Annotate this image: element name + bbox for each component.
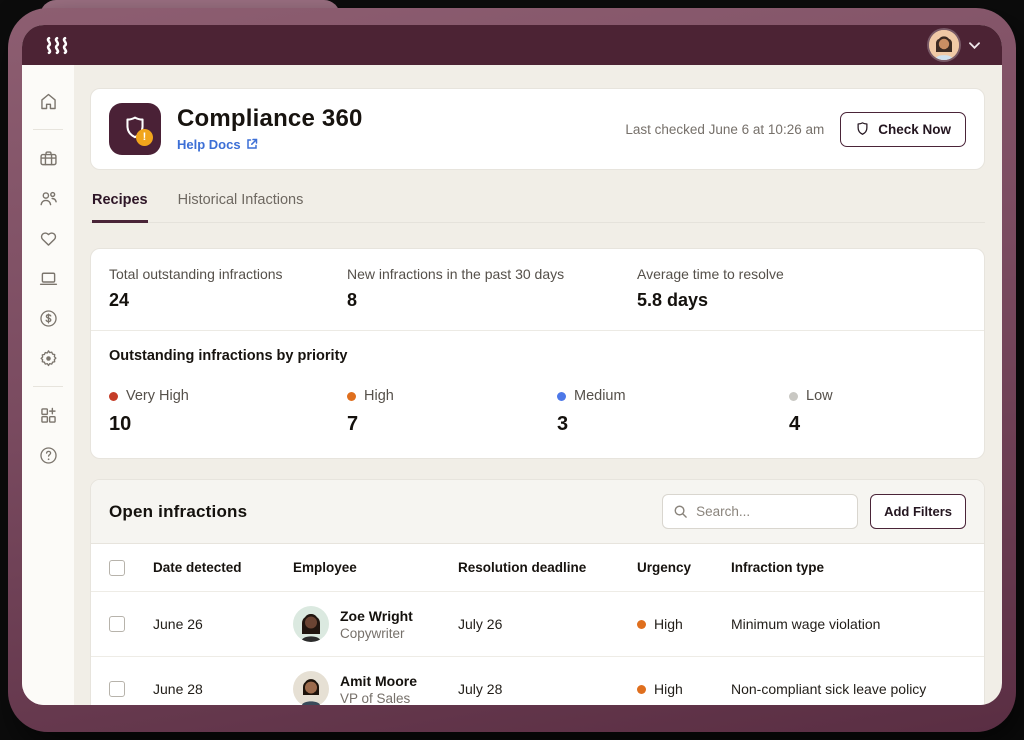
table-row[interactable]: June 26 bbox=[91, 591, 984, 656]
search-icon bbox=[673, 504, 688, 519]
table-row[interactable]: June 28 bbox=[91, 656, 984, 705]
urgency-dot bbox=[637, 685, 646, 694]
add-filters-button[interactable]: Add Filters bbox=[870, 494, 966, 529]
sidebar-item-dollar[interactable] bbox=[29, 298, 67, 338]
employee-name: Zoe Wright bbox=[340, 608, 413, 624]
home-icon bbox=[38, 91, 59, 112]
sidebar-item-settings[interactable] bbox=[29, 338, 67, 378]
briefcase-icon bbox=[38, 148, 59, 169]
priority-title: Outstanding infractions by priority bbox=[109, 348, 966, 364]
medium-dot bbox=[557, 392, 566, 401]
avatar bbox=[293, 606, 329, 642]
alert-badge: ! bbox=[136, 129, 153, 146]
sidebar-item-home[interactable] bbox=[29, 81, 67, 121]
rippling-logo-icon bbox=[44, 36, 72, 55]
shield-icon bbox=[855, 121, 870, 138]
priority-high: High 7 bbox=[347, 388, 557, 436]
page-title: Compliance 360 bbox=[177, 105, 609, 133]
avatar bbox=[293, 671, 329, 705]
priority-section: Outstanding infractions by priority Very… bbox=[91, 331, 984, 458]
sidebar-item-help[interactable] bbox=[29, 435, 67, 475]
app-window: ! Compliance 360 Help Docs Last checked … bbox=[22, 25, 1002, 705]
main-content: ! Compliance 360 Help Docs Last checked … bbox=[74, 65, 1002, 705]
priority-medium: Medium 3 bbox=[557, 388, 789, 436]
check-now-button[interactable]: Check Now bbox=[840, 112, 966, 147]
topbar bbox=[22, 25, 1002, 65]
sidebar-divider bbox=[33, 129, 63, 130]
last-checked-text: Last checked June 6 at 10:26 am bbox=[625, 122, 824, 137]
search-box[interactable] bbox=[662, 494, 858, 529]
help-icon bbox=[38, 445, 59, 466]
open-infractions-card: Open infractions Add Filters bbox=[90, 479, 985, 705]
open-infractions-title: Open infractions bbox=[109, 502, 247, 522]
sidebar-item-briefcase[interactable] bbox=[29, 138, 67, 178]
row-checkbox[interactable] bbox=[109, 681, 125, 697]
employee-role: Copywriter bbox=[340, 626, 413, 641]
very-high-dot bbox=[109, 392, 118, 401]
priority-low: Low 4 bbox=[789, 388, 966, 436]
table-header-row: Date detected Employee Resolution deadli… bbox=[91, 544, 984, 591]
device-frame: ! Compliance 360 Help Docs Last checked … bbox=[8, 8, 1016, 732]
low-dot bbox=[789, 392, 798, 401]
stats-card: Total outstanding infractions 24 New inf… bbox=[90, 248, 985, 459]
priority-very-high: Very High 10 bbox=[109, 388, 347, 436]
sidebar-item-apps[interactable] bbox=[29, 395, 67, 435]
people-icon bbox=[38, 188, 59, 209]
dollar-icon bbox=[38, 308, 59, 329]
stat-total-outstanding: Total outstanding infractions 24 bbox=[109, 266, 347, 311]
laptop-icon bbox=[38, 268, 59, 289]
sidebar-item-laptop[interactable] bbox=[29, 258, 67, 298]
external-link-icon bbox=[246, 138, 258, 150]
sidebar-item-heart[interactable] bbox=[29, 218, 67, 258]
stat-avg-resolve: Average time to resolve 5.8 days bbox=[637, 266, 966, 311]
tab-recipes[interactable]: Recipes bbox=[92, 192, 148, 223]
user-menu[interactable] bbox=[929, 30, 980, 60]
select-all-checkbox[interactable] bbox=[109, 560, 125, 576]
stat-new-30-days: New infractions in the past 30 days 8 bbox=[347, 266, 637, 311]
high-dot bbox=[347, 392, 356, 401]
compliance-shield-icon: ! bbox=[109, 103, 161, 155]
user-avatar[interactable] bbox=[929, 30, 959, 60]
gear-icon bbox=[38, 348, 59, 369]
heart-icon bbox=[38, 228, 59, 249]
apps-icon bbox=[38, 405, 59, 426]
search-input[interactable] bbox=[696, 504, 847, 519]
employee-name: Amit Moore bbox=[340, 673, 417, 689]
row-checkbox[interactable] bbox=[109, 616, 125, 632]
sidebar-item-people[interactable] bbox=[29, 178, 67, 218]
app-header-card: ! Compliance 360 Help Docs Last checked … bbox=[90, 88, 985, 170]
sidebar-divider bbox=[33, 386, 63, 387]
employee-role: VP of Sales bbox=[340, 691, 417, 706]
chevron-down-icon[interactable] bbox=[969, 42, 980, 49]
help-docs-link[interactable]: Help Docs bbox=[177, 137, 258, 152]
tab-bar: Recipes Historical Infactions bbox=[90, 192, 985, 223]
urgency-dot bbox=[637, 620, 646, 629]
tab-historical-infactions[interactable]: Historical Infactions bbox=[178, 192, 304, 223]
sidebar bbox=[22, 65, 74, 705]
